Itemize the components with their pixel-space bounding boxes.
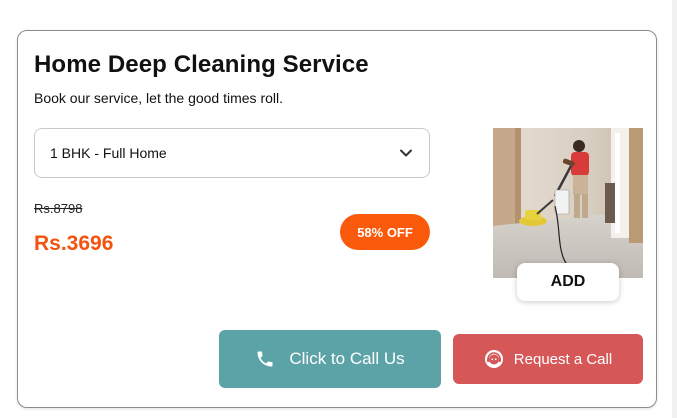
original-price: Rs.8798 — [34, 201, 83, 216]
page-scrollbar-track — [672, 0, 677, 418]
chevron-down-icon — [399, 146, 413, 160]
service-title: Home Deep Cleaning Service — [34, 51, 369, 78]
request-call-label: Request a Call — [513, 350, 613, 368]
call-us-button[interactable]: Click to Call Us — [219, 330, 441, 388]
discount-badge: 58% OFF — [340, 214, 430, 250]
call-us-label: Click to Call Us — [289, 349, 405, 368]
add-button[interactable]: ADD — [517, 263, 619, 301]
cleaning-worker-image — [493, 128, 643, 278]
service-photo — [493, 128, 643, 278]
phone-icon — [255, 348, 275, 370]
headset-agent-icon — [484, 349, 504, 369]
service-card: Home Deep Cleaning Service Book our serv… — [17, 30, 657, 408]
service-subtitle: Book our service, let the good times rol… — [34, 90, 284, 106]
request-call-button[interactable]: Request a Call — [453, 334, 643, 384]
package-select-value: 1 BHK - Full Home — [50, 145, 167, 161]
discounted-price: Rs.3696 — [34, 232, 114, 255]
package-select[interactable]: 1 BHK - Full Home — [34, 128, 430, 178]
